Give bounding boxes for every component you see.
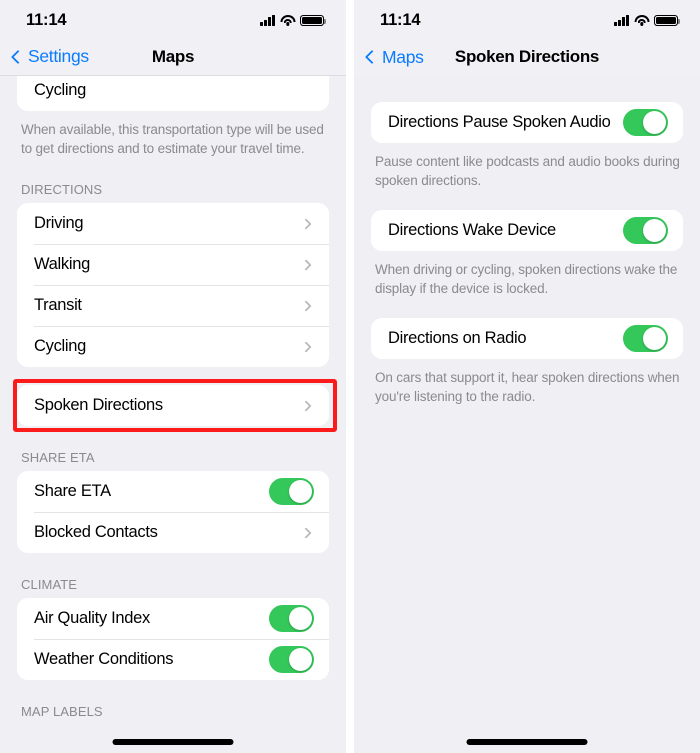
directions-wake-device-card: Directions Wake Device [371, 210, 683, 251]
directions-on-radio-card: Directions on Radio [371, 318, 683, 359]
cellular-signal-icon [260, 15, 275, 26]
right-status-bar: 11:14 [354, 0, 700, 38]
chevron-right-icon [300, 526, 312, 539]
section-header-share-eta: SHARE ETA [21, 450, 95, 465]
toggle-air-quality-index[interactable] [269, 605, 314, 632]
section-header-directions: DIRECTIONS [21, 182, 103, 197]
toggle-directions-pause-spoken-audio[interactable] [623, 109, 668, 136]
list-item-blocked-contacts[interactable]: Blocked Contacts [17, 512, 329, 553]
spoken-directions-card: Spoken Directions [17, 385, 329, 426]
row-label: Directions Pause Spoken Audio [388, 113, 611, 131]
list-item-driving[interactable]: Driving [17, 203, 329, 244]
battery-icon [300, 14, 327, 27]
section-header-map-labels: MAP LABELS [21, 704, 103, 719]
status-bar-time: 11:14 [380, 11, 421, 29]
footnote-directions-wake-device: When driving or cycling, spoken directio… [375, 262, 678, 296]
share-eta-card: Share ETA Blocked Contacts [17, 471, 329, 553]
list-item-walking[interactable]: Walking [17, 244, 329, 285]
spoken-directions-highlight-wrap: Spoken Directions [0, 379, 346, 432]
chevron-right-icon [300, 299, 312, 312]
chevron-left-icon [364, 49, 380, 65]
left-nav-bar: Settings Maps [0, 38, 346, 76]
chevron-right-icon [300, 217, 312, 230]
directions-card: Driving Walking Transit Cycling [17, 203, 329, 367]
right-nav-bar: Maps Spoken Directions [354, 38, 700, 76]
row-label: Driving [34, 214, 84, 232]
list-item-air-quality-index[interactable]: Air Quality Index [17, 598, 329, 639]
right-scroll-content[interactable]: Directions Pause Spoken Audio Pause cont… [354, 76, 700, 753]
footnote-directions-pause-spoken-audio: Pause content like podcasts and audio bo… [375, 154, 680, 188]
status-bar-icons [614, 12, 681, 27]
chevron-right-icon [300, 399, 312, 412]
list-item-directions-on-radio[interactable]: Directions on Radio [371, 318, 683, 359]
wifi-icon [280, 15, 295, 26]
toggle-share-eta[interactable] [269, 478, 314, 505]
partial-transport-card: Cycling [17, 76, 329, 111]
row-label: Share ETA [34, 482, 111, 500]
chevron-right-icon [300, 340, 312, 353]
row-label: Transit [34, 296, 82, 314]
toggle-weather-conditions[interactable] [269, 646, 314, 673]
status-bar-time: 11:14 [26, 11, 67, 29]
row-label: Cycling [34, 81, 87, 99]
list-item-weather-conditions[interactable]: Weather Conditions [17, 639, 329, 680]
climate-card: Air Quality Index Weather Conditions [17, 598, 329, 680]
list-item-cycling[interactable]: Cycling [17, 326, 329, 367]
back-button-label: Settings [28, 46, 89, 66]
list-item-transit[interactable]: Transit [17, 285, 329, 326]
footnote-directions-on-radio: On cars that support it, hear spoken dir… [375, 370, 680, 404]
panel-divider [346, 0, 350, 753]
list-item-share-eta[interactable]: Share ETA [17, 471, 329, 512]
back-button-settings[interactable]: Settings [0, 46, 89, 67]
battery-icon [654, 14, 681, 27]
left-phone-screen: 11:14 Settings Maps Cycling When availab… [0, 0, 346, 753]
row-label: Spoken Directions [34, 396, 163, 414]
transport-footnote: When available, this transportation type… [21, 122, 324, 156]
chevron-left-icon [10, 49, 26, 64]
back-button-label: Maps [382, 46, 424, 67]
directions-pause-spoken-audio-card: Directions Pause Spoken Audio [371, 102, 683, 143]
back-button-maps[interactable]: Maps [354, 47, 424, 68]
dual-phone-screenshot: 11:14 Settings Maps Cycling When availab… [0, 0, 700, 753]
cellular-signal-icon [614, 15, 629, 26]
row-label: Weather Conditions [34, 650, 174, 668]
row-label: Blocked Contacts [34, 523, 158, 541]
list-item-directions-pause-spoken-audio[interactable]: Directions Pause Spoken Audio [371, 102, 683, 143]
toggle-directions-wake-device[interactable] [623, 217, 668, 244]
row-label: Directions Wake Device [388, 221, 556, 239]
row-label: Walking [34, 255, 90, 273]
status-bar-icons [260, 12, 327, 27]
right-phone-screen: 11:14 Maps Spoken Directions Directions … [354, 0, 700, 753]
chevron-right-icon [300, 258, 312, 271]
left-status-bar: 11:14 [0, 0, 346, 38]
home-indicator [112, 739, 234, 745]
row-label: Air Quality Index [34, 609, 150, 627]
row-label: Directions on Radio [388, 329, 527, 347]
row-label: Cycling [34, 337, 87, 355]
wifi-icon [634, 15, 649, 26]
list-item-directions-wake-device[interactable]: Directions Wake Device [371, 210, 683, 251]
home-indicator [466, 739, 588, 745]
toggle-directions-on-radio[interactable] [623, 325, 668, 352]
list-item-spoken-directions[interactable]: Spoken Directions [17, 385, 329, 426]
left-scroll-content[interactable]: Cycling When available, this transportat… [0, 76, 346, 753]
list-item-cycling-transport[interactable]: Cycling [17, 76, 329, 111]
section-header-climate: CLIMATE [21, 577, 78, 592]
